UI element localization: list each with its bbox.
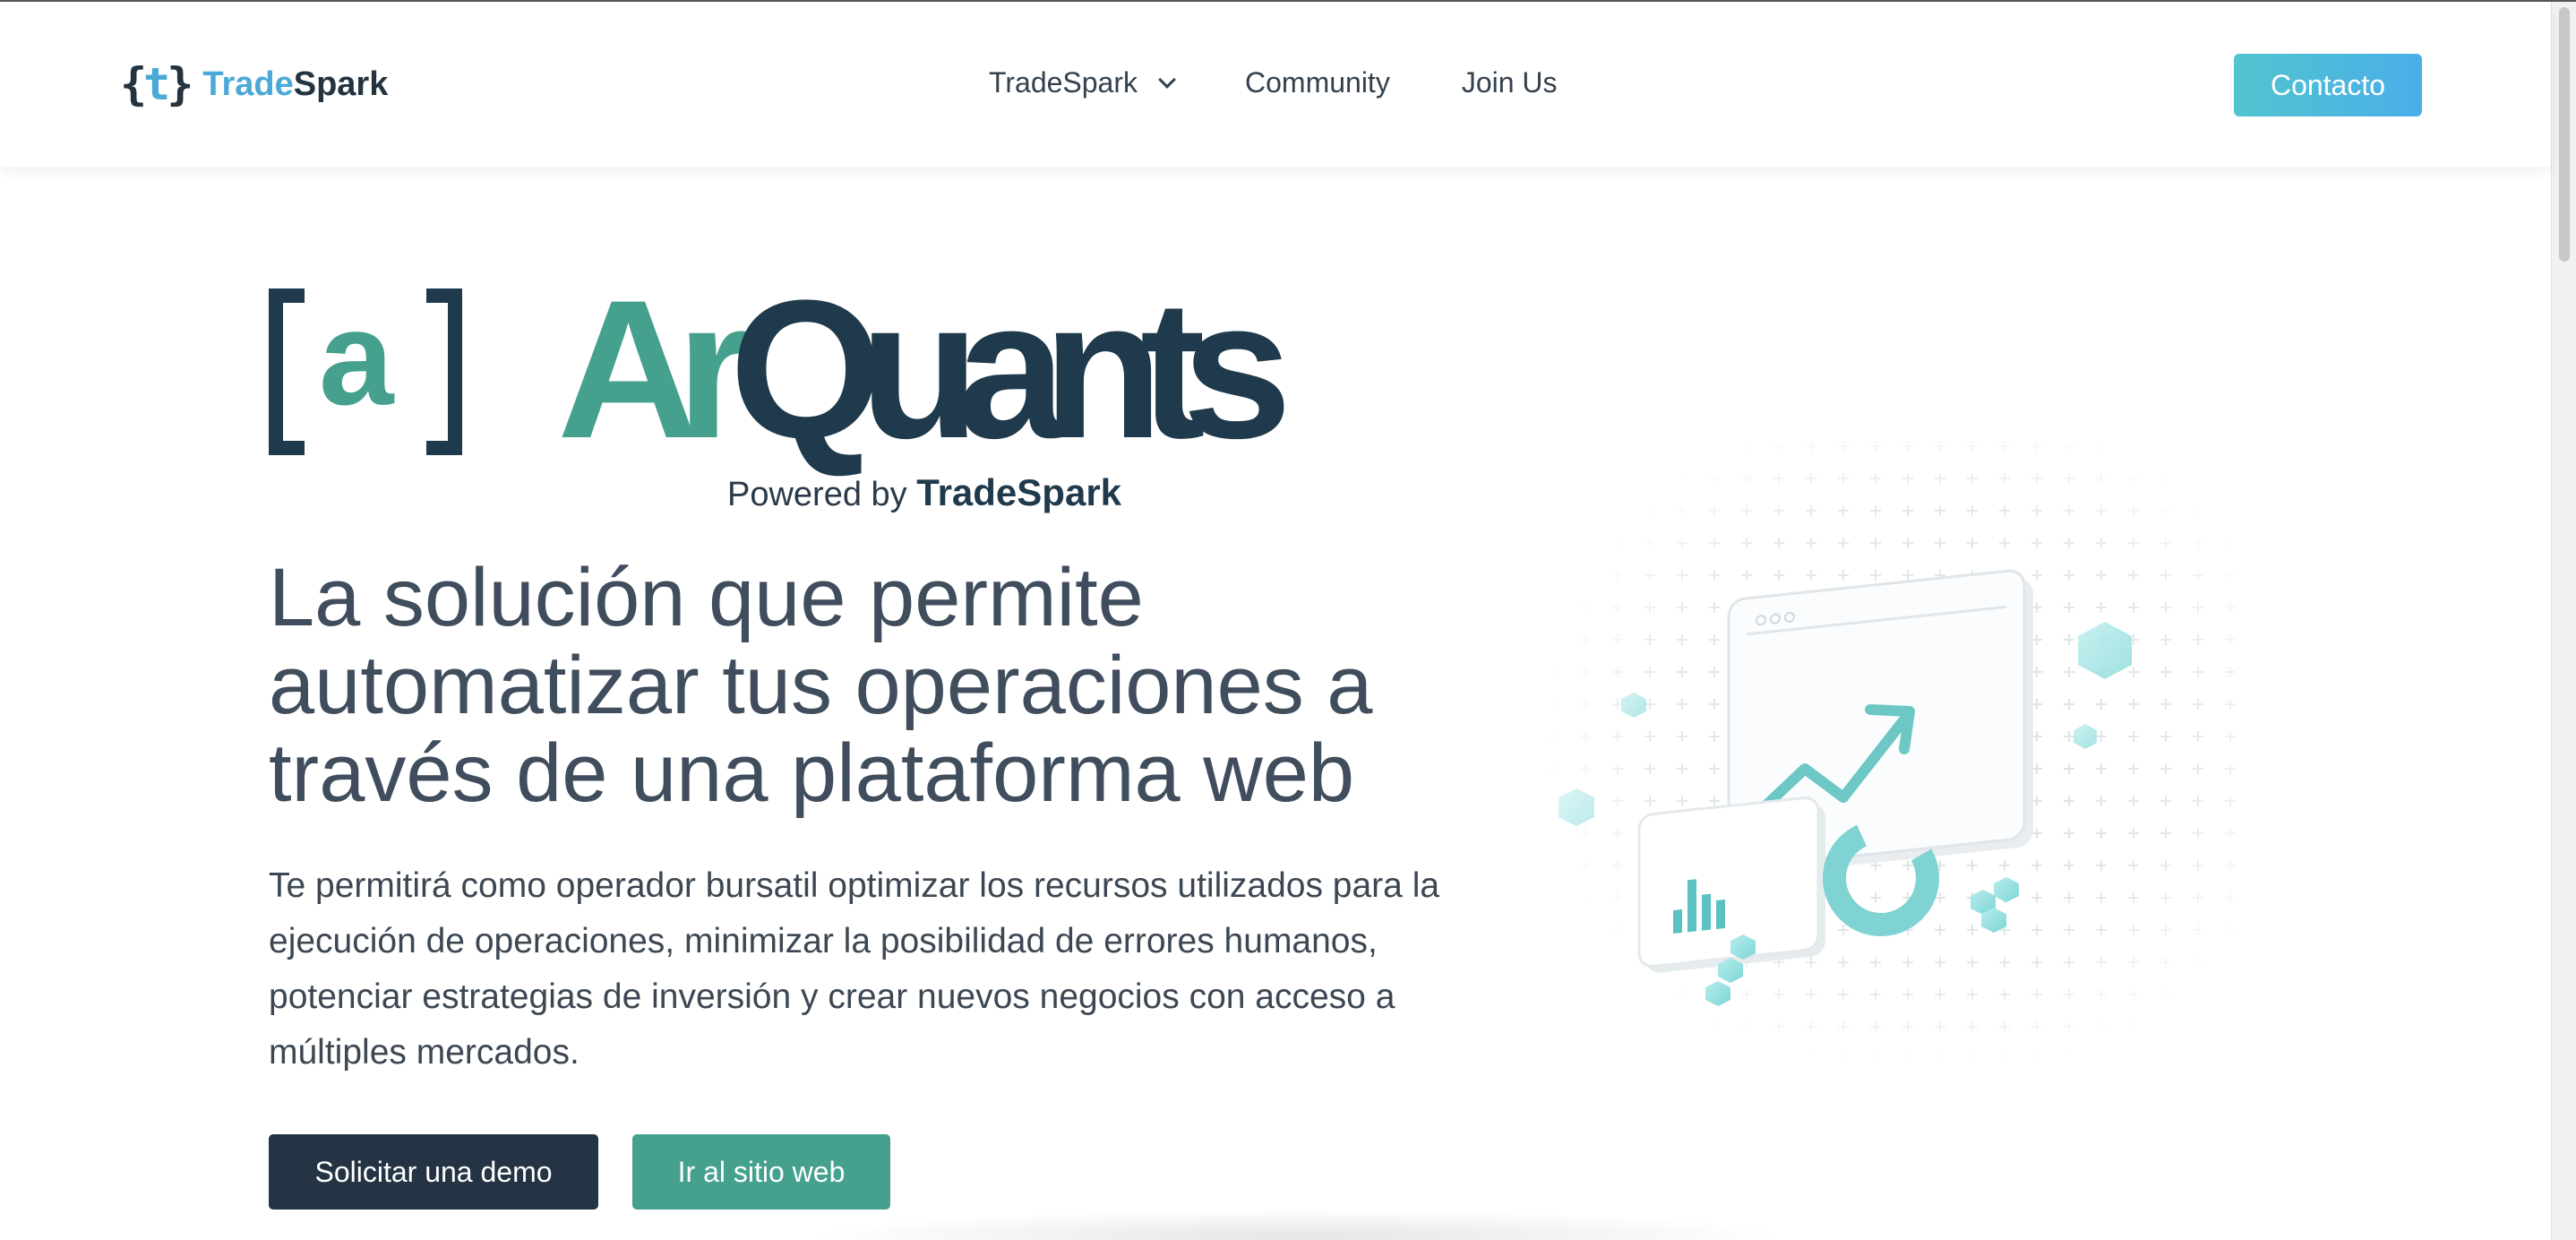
powered-by-line: Powered by TradeSpark bbox=[727, 471, 1122, 513]
contact-button[interactable]: Contacto bbox=[2234, 54, 2422, 116]
scrollbar-thumb[interactable] bbox=[2559, 7, 2570, 262]
page-scrollbar[interactable] bbox=[2551, 2, 2576, 1240]
go-to-website-button[interactable]: Ir al sitio web bbox=[632, 1134, 890, 1210]
nav-item-label: Join Us bbox=[1461, 66, 1558, 99]
hero-description: Te permitirá como operador bursatil opti… bbox=[269, 866, 1440, 1072]
nav-item-community[interactable]: Community bbox=[1245, 66, 1390, 99]
nav-item-tradespark[interactable]: TradeSpark bbox=[989, 66, 1176, 99]
logo-icon: {t} bbox=[120, 58, 193, 110]
nav-item-join-us[interactable]: Join Us bbox=[1462, 66, 1558, 99]
logo-text: TradeSpark bbox=[202, 65, 389, 103]
nav-item-label: TradeSpark bbox=[989, 66, 1138, 99]
brand-wordmark: ArQuants bbox=[557, 259, 1292, 479]
brand-bracket-letter: a bbox=[319, 282, 394, 433]
request-demo-button[interactable]: Solicitar una demo bbox=[269, 1134, 598, 1210]
arquants-logo: a ArQuants Powered by TradeSpark bbox=[269, 271, 1292, 518]
nav-item-label: Community bbox=[1245, 66, 1390, 99]
section-shadow bbox=[806, 1210, 1791, 1240]
trading-platform-illustration bbox=[1541, 430, 2239, 1057]
bracket-right-icon bbox=[426, 288, 462, 455]
main-nav: TradeSpark Community Join Us bbox=[989, 66, 1558, 99]
tradespark-logo[interactable]: {t} TradeSpark bbox=[120, 57, 388, 111]
bracket-left-icon bbox=[269, 288, 305, 455]
site-header: {t} TradeSpark TradeSpark Community Join… bbox=[0, 2, 2551, 167]
hero-headline: La solución que permite automatizar tus … bbox=[269, 552, 1373, 819]
chevron-down-icon bbox=[1158, 70, 1176, 89]
